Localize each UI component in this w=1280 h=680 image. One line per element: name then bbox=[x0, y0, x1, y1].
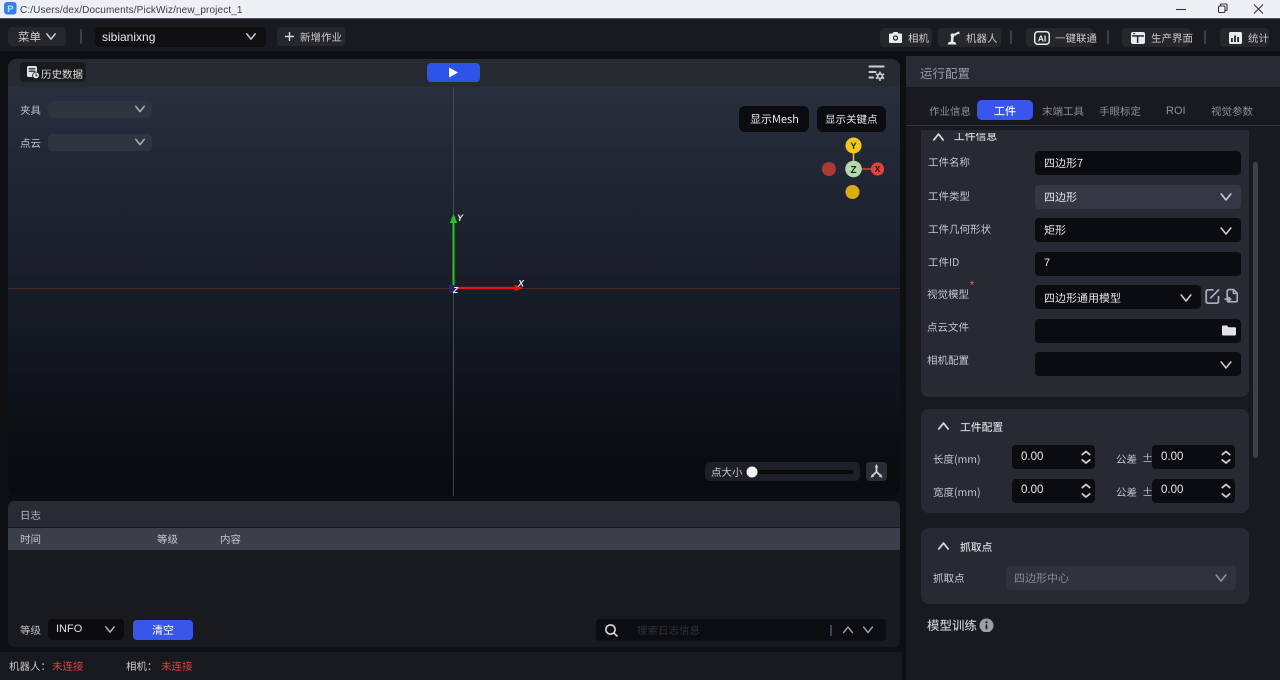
svg-text:AI: AI bbox=[1038, 33, 1047, 43]
svg-text:P: P bbox=[7, 4, 14, 15]
svg-text:Y: Y bbox=[457, 213, 464, 223]
svg-text:Z: Z bbox=[452, 285, 459, 295]
svg-text:Y: Y bbox=[850, 141, 857, 152]
svg-text:X: X bbox=[875, 164, 881, 174]
svg-text:X: X bbox=[517, 279, 525, 289]
svg-text:Z: Z bbox=[850, 165, 856, 176]
